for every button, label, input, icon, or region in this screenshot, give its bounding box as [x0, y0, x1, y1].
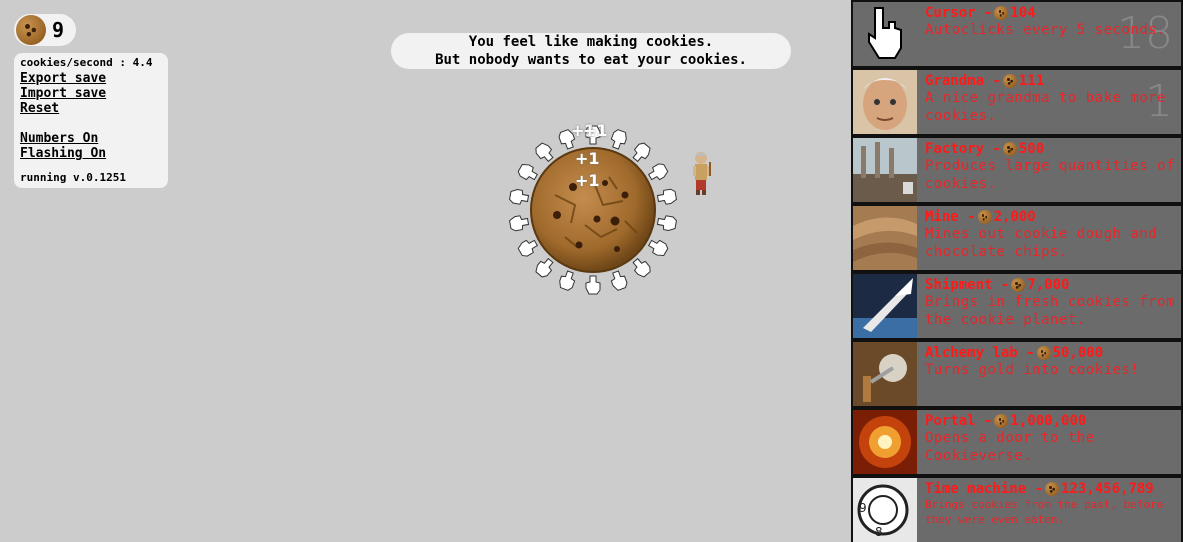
item-description: A nice grandma to bake more cookies. [925, 90, 1167, 124]
orbit-cursor-icon [559, 270, 576, 291]
import-save-link[interactable]: Import save [20, 86, 162, 101]
cookie-icon [16, 15, 46, 45]
click-popup: +1 [575, 171, 600, 190]
store-item-grandma[interactable]: 1 Grandma - 111 A nice grandma to bake mor… [853, 70, 1181, 134]
cookies-per-second: cookies/second : 4.4 [20, 56, 153, 69]
item-description: Produces large quantities of cookies. [925, 158, 1176, 192]
cursor-icon [853, 2, 917, 66]
item-description: Turns gold into cookies! [925, 362, 1140, 378]
time-machine-icon: 89 [853, 478, 917, 542]
item-price: 104 [1010, 5, 1036, 21]
store-item-time-machine[interactable]: 8 9 Time machine - 123,456,789 Brings cooki… [853, 478, 1181, 542]
cookie-count: 9 [52, 18, 65, 42]
store-item-factory[interactable]: Factory - 500 Produces large quantities o… [853, 138, 1181, 202]
portal-icon [853, 410, 917, 474]
item-price: 1,000,000 [1010, 413, 1087, 429]
cookie-icon [1002, 142, 1017, 156]
cookie-icon [1045, 482, 1060, 496]
cookie-icon [994, 6, 1009, 20]
message-line-2: But nobody wants to eat your cookies. [435, 52, 747, 68]
factory-icon [853, 138, 917, 202]
orbit-cursor-icon [610, 129, 627, 150]
cookie-counter: 9 [14, 14, 77, 46]
svg-text:9: 9 [859, 501, 867, 515]
orbit-cursor-icon [656, 188, 677, 205]
item-name: Time machine - [925, 481, 1044, 497]
orbit-cursor-icon [535, 142, 554, 163]
item-description: Brings in fresh cookies from the cookie … [925, 294, 1176, 328]
click-popup: +1 [583, 121, 608, 140]
store-item-alchemy-lab[interactable]: Alchemy lab - 50,000 Turns gold into cook… [853, 342, 1181, 406]
orbit-cursor-icon [647, 239, 669, 256]
item-price: 7,000 [1027, 277, 1070, 293]
orbit-cursor-icon [517, 164, 539, 181]
svg-text:8: 8 [875, 525, 883, 539]
reset-link[interactable]: Reset [20, 101, 162, 116]
message-line-1: You feel like making cookies. [468, 34, 714, 50]
store-item-portal[interactable]: Portal - 1,000,000 Opens a door to the Co… [853, 410, 1181, 474]
item-description: Autoclicks every 5 seconds. [925, 22, 1167, 38]
orbit-cursor-icon [610, 270, 628, 291]
item-price: 111 [1018, 73, 1045, 89]
item-price: 123,456,789 [1061, 481, 1154, 497]
item-price: 50,000 [1052, 345, 1104, 361]
item-name: Alchemy lab - [925, 345, 1035, 361]
orbit-cursor-icon [585, 275, 601, 295]
orbit-cursor-icon [509, 215, 530, 232]
orbit-cursor-icon [656, 215, 677, 231]
numbers-toggle[interactable]: Numbers On [20, 131, 162, 146]
export-save-link[interactable]: Export save [20, 71, 162, 86]
grandma-sprite-icon [693, 152, 711, 195]
stats-panel: cookies/second : 4.4 Export save Import … [14, 53, 168, 188]
item-name: Factory - [925, 141, 1001, 157]
cookie-icon [977, 210, 992, 224]
item-name: Mine - [925, 209, 976, 225]
item-name: Portal - [925, 413, 993, 429]
store-panel: 18 Cursor - 104 Autoclicks every 5 seconds… [851, 0, 1183, 542]
cookie-icon [1011, 278, 1026, 292]
item-name: Shipment - [925, 277, 1010, 293]
cookie-icon [1036, 346, 1051, 360]
flashing-toggle[interactable]: Flashing On [20, 146, 162, 161]
orbit-cursor-icon [535, 257, 554, 278]
item-description: Opens a door to the Cookieverse. [925, 430, 1095, 464]
item-name: Grandma - [925, 73, 1001, 89]
version-label: running v.0.1251 [20, 171, 126, 184]
item-name: Cursor - [925, 5, 993, 21]
item-description: Mines out cookie dough and chocolate chi… [925, 226, 1158, 260]
item-description: Brings cookies from the past, before the… [925, 498, 1164, 526]
grandma-icon [853, 70, 917, 134]
orbit-cursor-icon [632, 142, 651, 163]
mine-icon [853, 206, 917, 270]
big-cookie-area: +1 +1 +1 +1 [505, 121, 685, 295]
store-item-shipment[interactable]: Shipment - 7,000 Brings in fresh cookies … [853, 274, 1181, 338]
store-item-cursor[interactable]: 18 Cursor - 104 Autoclicks every 5 seconds… [853, 2, 1181, 66]
cookie-icon [994, 414, 1009, 428]
store-item-mine[interactable]: Mine - 2,000 Mines out cookie dough and c… [853, 206, 1181, 270]
news-message: You feel like making cookies. But nobody… [391, 33, 791, 69]
cookie-icon [1002, 74, 1017, 88]
item-price: 500 [1018, 141, 1045, 157]
item-price: 2,000 [993, 209, 1036, 225]
orbit-cursor-icon [509, 189, 530, 205]
orbit-cursor-icon [647, 163, 669, 181]
orbit-cursor-icon [632, 257, 651, 278]
click-popup: +1 [575, 149, 600, 168]
alchemy-lab-icon [853, 342, 917, 406]
shipment-icon [853, 274, 917, 338]
orbit-cursor-icon [517, 239, 539, 257]
